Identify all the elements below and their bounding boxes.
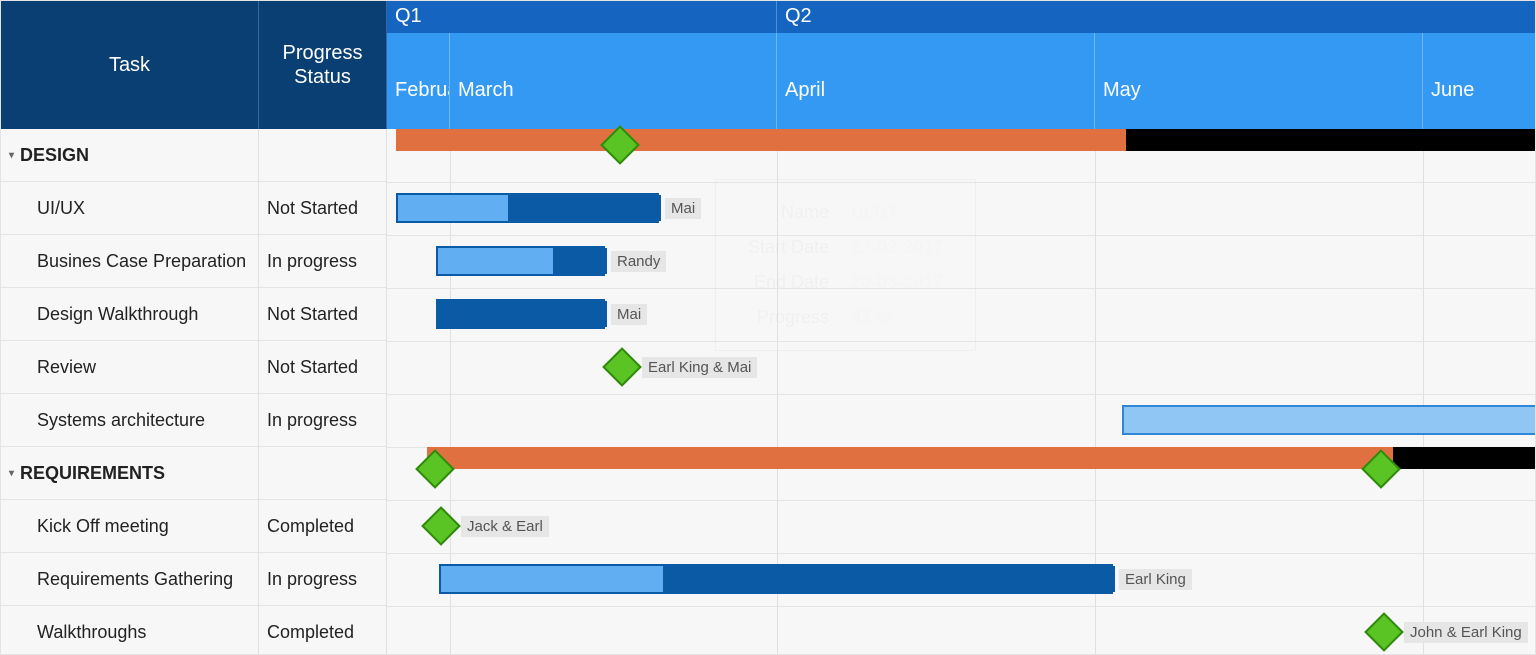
status-cell: Not Started bbox=[259, 341, 386, 394]
status-cell: In progress bbox=[259, 235, 386, 288]
left-columns: ▾ DESIGN UI/UX Busines Case Preparation Desi… bbox=[1, 129, 387, 655]
task-name: Walkthroughs bbox=[37, 622, 146, 643]
bar-track: Jack & Earl bbox=[387, 500, 1535, 553]
milestone-icon[interactable] bbox=[421, 506, 461, 546]
month-cell[interactable]: May bbox=[1095, 33, 1423, 129]
task-name: DESIGN bbox=[20, 145, 89, 166]
task-row[interactable]: UI/UX bbox=[1, 182, 258, 235]
month-cell[interactable]: Februa bbox=[387, 33, 450, 129]
resource-label: John & Earl King bbox=[1404, 622, 1528, 643]
task-bar[interactable] bbox=[396, 193, 659, 223]
task-progress bbox=[553, 248, 607, 274]
month-cell[interactable]: April bbox=[777, 33, 1095, 129]
task-bar[interactable] bbox=[436, 299, 605, 329]
status-cell: Not Started bbox=[259, 182, 386, 235]
header-left: Task Progress Status bbox=[1, 1, 387, 129]
task-name: UI/UX bbox=[37, 198, 85, 219]
month-row: FebruaMarchAprilMayJune bbox=[387, 33, 1536, 129]
status-cell: Not Started bbox=[259, 288, 386, 341]
task-name: REQUIREMENTS bbox=[20, 463, 165, 484]
summary-progress bbox=[427, 447, 1393, 469]
task-row-parent[interactable]: ▾ REQUIREMENTS bbox=[1, 447, 258, 500]
status-cell: Completed bbox=[259, 500, 386, 553]
header: Task Progress Status Q1Q2 FebruaMarchApr… bbox=[1, 1, 1535, 129]
quarter-cell[interactable]: Q2 bbox=[777, 1, 1536, 33]
task-progress bbox=[438, 301, 607, 327]
task-row[interactable]: Kick Off meeting bbox=[1, 500, 258, 553]
resource-label: Randy bbox=[611, 251, 666, 272]
body: ▾ DESIGN UI/UX Busines Case Preparation Desi… bbox=[1, 129, 1535, 655]
summary-progress bbox=[396, 129, 1126, 151]
task-row-parent[interactable]: ▾ DESIGN bbox=[1, 129, 258, 182]
task-row[interactable]: Requirements Gathering bbox=[1, 553, 258, 606]
task-row[interactable]: Busines Case Preparation bbox=[1, 235, 258, 288]
task-column: ▾ DESIGN UI/UX Busines Case Preparation Desi… bbox=[1, 129, 259, 655]
resource-label: Earl King & Mai bbox=[642, 357, 757, 378]
resource-label: Mai bbox=[611, 304, 647, 325]
bar-track bbox=[387, 394, 1535, 447]
milestone-icon[interactable] bbox=[1364, 612, 1404, 652]
month-cell[interactable]: March bbox=[450, 33, 777, 129]
bar-track: John & Earl King bbox=[387, 606, 1535, 655]
header-status[interactable]: Progress Status bbox=[259, 1, 387, 129]
resource-label: Earl King bbox=[1119, 569, 1192, 590]
status-column: Not StartedIn progressNot StartedNot Sta… bbox=[259, 129, 387, 655]
header-task[interactable]: Task bbox=[1, 1, 259, 129]
task-row[interactable]: Review bbox=[1, 341, 258, 394]
status-cell: Completed bbox=[259, 606, 386, 655]
gantt-chart: Task Progress Status Q1Q2 FebruaMarchApr… bbox=[0, 0, 1536, 655]
task-progress bbox=[663, 566, 1115, 592]
tooltip: NameUI/UXStart Date23-02-2017End Date20-… bbox=[715, 179, 976, 351]
task-name: Requirements Gathering bbox=[37, 569, 233, 590]
status-cell: In progress bbox=[259, 394, 386, 447]
task-name: Review bbox=[37, 357, 96, 378]
task-name: Kick Off meeting bbox=[37, 516, 169, 537]
resource-label: Jack & Earl bbox=[461, 516, 549, 537]
month-cell[interactable]: June bbox=[1423, 33, 1536, 129]
task-row[interactable]: Walkthroughs bbox=[1, 606, 258, 655]
task-row[interactable]: Design Walkthrough bbox=[1, 288, 258, 341]
header-timescale: Q1Q2 FebruaMarchAprilMayJune bbox=[387, 1, 1536, 129]
task-bar[interactable] bbox=[1122, 405, 1536, 435]
collapse-icon[interactable]: ▾ bbox=[9, 150, 14, 161]
chart-area[interactable]: Mai Randy Mai Earl King & Mai Jack & Earl Ear… bbox=[387, 129, 1535, 655]
task-name: Busines Case Preparation bbox=[37, 251, 246, 272]
bar-track: Earl King bbox=[387, 553, 1535, 606]
task-name: Design Walkthrough bbox=[37, 304, 198, 325]
bar-track bbox=[387, 447, 1535, 500]
task-bar[interactable] bbox=[436, 246, 605, 276]
task-bar[interactable] bbox=[439, 564, 1113, 594]
task-progress bbox=[508, 195, 661, 221]
quarter-row: Q1Q2 bbox=[387, 1, 1536, 33]
resource-label: Mai bbox=[665, 198, 701, 219]
task-row[interactable]: Systems architecture bbox=[1, 394, 258, 447]
bar-track bbox=[387, 129, 1535, 182]
milestone-icon[interactable] bbox=[602, 347, 642, 387]
task-name: Systems architecture bbox=[37, 410, 205, 431]
collapse-icon[interactable]: ▾ bbox=[9, 468, 14, 479]
status-cell bbox=[259, 129, 386, 182]
quarter-cell[interactable]: Q1 bbox=[387, 1, 777, 33]
status-cell bbox=[259, 447, 386, 500]
status-cell: In progress bbox=[259, 553, 386, 606]
